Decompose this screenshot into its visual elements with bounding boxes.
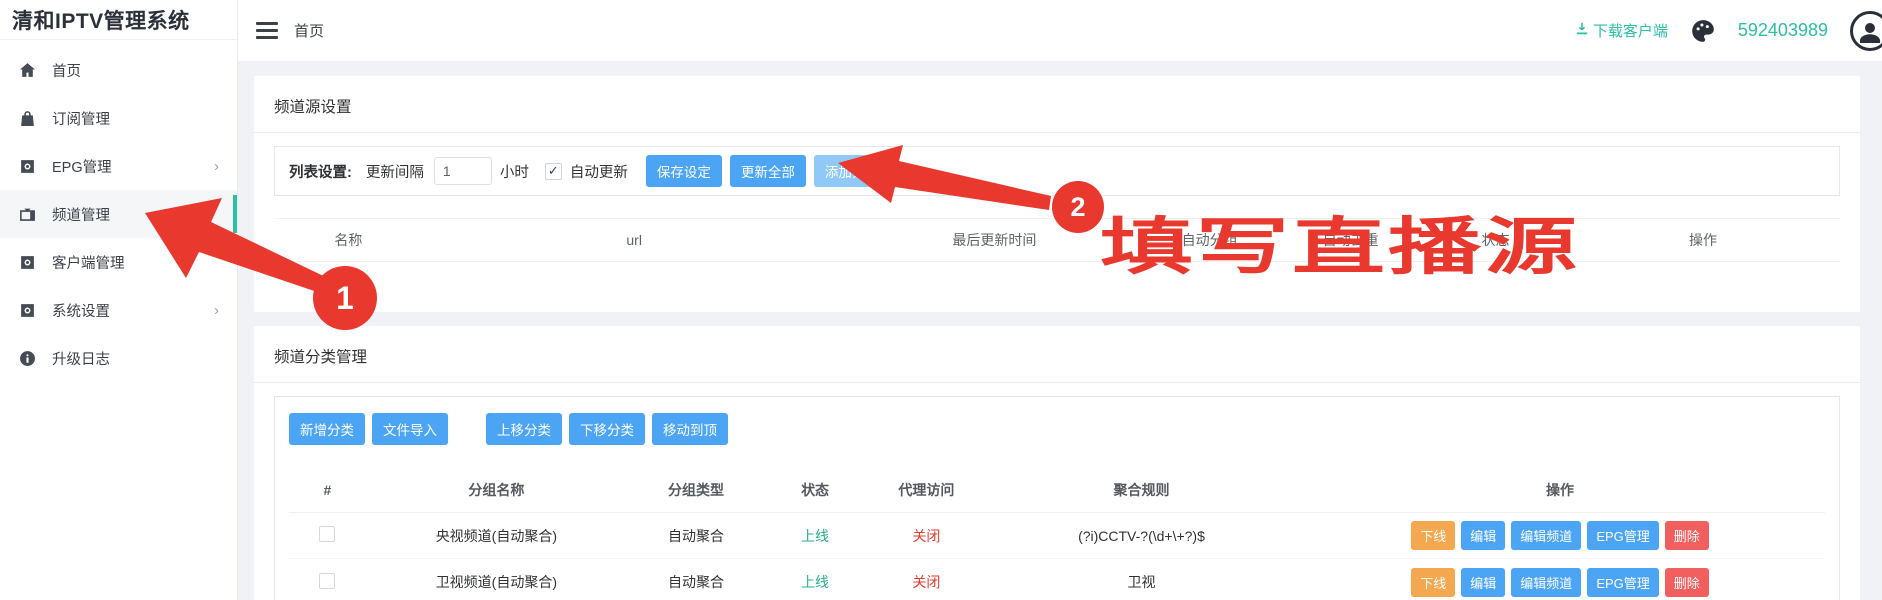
category-box: 新增分类 文件导入 上移分类 下移分类 移动到顶 # 分组名称 分组类型 状态 … — [274, 396, 1840, 600]
interval-unit-label: 小时 — [499, 164, 529, 181]
group-type: 自动聚合 — [668, 527, 725, 544]
sidebar-item-label: 客户端管理 — [52, 255, 125, 272]
col-url: url — [626, 232, 642, 248]
home-icon — [18, 61, 36, 79]
aggregate-rule: (?i)CCTV-?(\d+\+?)$ — [1078, 527, 1205, 544]
sidebar-item-label: EPG管理 — [52, 159, 112, 176]
sidebar-item-label: 系统设置 — [52, 303, 110, 320]
status-link[interactable]: 上线 — [765, 568, 865, 596]
row-checkbox[interactable] — [319, 526, 336, 542]
theme-palette-icon[interactable] — [1690, 18, 1716, 44]
col-group-type: 分组类型 — [668, 481, 725, 498]
menu-toggle-icon[interactable] — [256, 18, 278, 43]
category-table-header: # 分组名称 分组类型 状态 代理访问 聚合规则 操作 — [289, 467, 1825, 513]
gear-icon — [18, 301, 36, 319]
edit-channels-button[interactable]: 编辑频道 — [1511, 567, 1582, 597]
table-row: 央视频道(自动聚合) 自动聚合 上线 关闭 (?i)CCTV-?(\d+\+?)… — [289, 513, 1825, 559]
tv-icon — [18, 205, 36, 223]
group-name: 卫视频道(自动聚合) — [435, 574, 558, 590]
gear-icon — [18, 157, 36, 175]
sidebar: 清和IPTV管理系统 首页 订阅管理 EPG管理 › 频道管理 客户端管理 系统… — [0, 0, 238, 600]
sidebar-item-label: 升级日志 — [52, 351, 110, 368]
sidebar-item-system[interactable]: 系统设置 › — [0, 286, 237, 334]
proxy-link[interactable]: 关闭 — [865, 522, 988, 550]
download-icon — [1575, 22, 1589, 40]
chevron-right-icon: › — [214, 157, 219, 175]
sidebar-item-channel[interactable]: 频道管理 — [0, 190, 237, 238]
group-type: 自动聚合 — [668, 574, 725, 590]
edit-channels-button[interactable]: 编辑频道 — [1511, 521, 1582, 550]
edit-button[interactable]: 编辑 — [1461, 567, 1506, 597]
sidebar-item-client[interactable]: 客户端管理 — [0, 238, 237, 286]
list-settings-box: 列表设置: 更新间隔 小时 ✓ 自动更新 保存设定 更新全部 添加列表 — [274, 146, 1840, 196]
sidebar-item-label: 订阅管理 — [52, 111, 110, 128]
auto-update-checkbox[interactable]: ✓ — [544, 162, 562, 180]
col-auto-group: 自动分组 — [1181, 232, 1238, 248]
avatar[interactable] — [1850, 10, 1882, 51]
move-down-button[interactable]: 下移分类 — [569, 413, 645, 445]
epg-manage-button[interactable]: EPG管理 — [1587, 567, 1659, 597]
channel-source-title: 频道源设置 — [274, 99, 352, 116]
offline-button[interactable]: 下线 — [1411, 567, 1456, 597]
chevron-right-icon: › — [214, 301, 219, 319]
download-client-link[interactable]: 下载客户端 — [1575, 20, 1668, 41]
sidebar-menu: 首页 订阅管理 EPG管理 › 频道管理 客户端管理 系统设置 › 升级日志 — [0, 40, 237, 382]
move-top-button[interactable]: 移动到顶 — [652, 413, 728, 445]
col-index: # — [323, 481, 332, 498]
user-id[interactable]: 592403989 — [1738, 20, 1828, 41]
col-auto-dedup: 自动去重 — [1322, 232, 1379, 248]
gear-icon — [18, 253, 36, 271]
category-toolbar: 新增分类 文件导入 上移分类 下移分类 移动到顶 — [289, 405, 1825, 449]
group-name: 央视频道(自动聚合) — [435, 527, 558, 544]
file-import-button[interactable]: 文件导入 — [372, 413, 448, 445]
channel-source-table-header: 名称 url 最后更新时间 自动分组 自动去重 状态 操作 — [274, 218, 1840, 262]
breadcrumb[interactable]: 首页 — [294, 20, 324, 41]
sidebar-item-subscription[interactable]: 订阅管理 — [0, 94, 237, 142]
col-status: 状态 — [1481, 232, 1510, 248]
status-link[interactable]: 上线 — [765, 522, 865, 550]
epg-manage-button[interactable]: EPG管理 — [1587, 521, 1659, 550]
update-interval-input[interactable] — [433, 157, 492, 185]
channel-source-card: 频道源设置 列表设置: 更新间隔 小时 ✓ 自动更新 保存设定 更新全部 添加列… — [254, 76, 1860, 312]
offline-button[interactable]: 下线 — [1411, 521, 1456, 550]
add-list-button[interactable]: 添加列表 — [813, 155, 890, 187]
col-actions: 操作 — [1688, 232, 1717, 248]
save-settings-button[interactable]: 保存设定 — [645, 155, 722, 187]
col-rule: 聚合规则 — [1113, 481, 1170, 498]
bag-icon — [18, 109, 36, 127]
col-status: 状态 — [801, 481, 830, 498]
col-group-name: 分组名称 — [468, 481, 525, 498]
channel-category-card: 频道分类管理 新增分类 文件导入 上移分类 下移分类 移动到顶 # 分组名称 分… — [254, 326, 1860, 600]
delete-button[interactable]: 删除 — [1664, 521, 1709, 550]
sidebar-item-epg[interactable]: EPG管理 › — [0, 142, 237, 190]
sidebar-item-changelog[interactable]: 升级日志 — [0, 334, 237, 382]
add-category-button[interactable]: 新增分类 — [289, 413, 365, 445]
col-name: 名称 — [334, 232, 363, 248]
sidebar-item-label: 频道管理 — [52, 207, 110, 224]
auto-update-label: 自动更新 — [569, 164, 628, 181]
info-icon — [18, 349, 36, 367]
col-last-update: 最后更新时间 — [952, 232, 1037, 248]
col-proxy: 代理访问 — [898, 481, 955, 498]
aggregate-rule: 卫视 — [1127, 574, 1156, 590]
main-content: 频道源设置 列表设置: 更新间隔 小时 ✓ 自动更新 保存设定 更新全部 添加列… — [238, 62, 1882, 600]
edit-button[interactable]: 编辑 — [1461, 521, 1506, 550]
update-all-button[interactable]: 更新全部 — [729, 155, 806, 187]
col-actions: 操作 — [1546, 481, 1575, 498]
sidebar-item-label: 首页 — [52, 63, 81, 80]
move-up-button[interactable]: 上移分类 — [486, 413, 562, 445]
sidebar-item-home[interactable]: 首页 — [0, 46, 237, 94]
row-checkbox[interactable] — [319, 572, 336, 589]
proxy-link[interactable]: 关闭 — [865, 568, 988, 596]
app-title: 清和IPTV管理系统 — [0, 0, 237, 40]
list-settings-label: 列表设置: — [289, 164, 352, 181]
channel-category-title: 频道分类管理 — [274, 349, 368, 366]
topbar: 首页 下载客户端 592403989 — [238, 0, 1882, 62]
update-interval-label: 更新间隔 — [365, 164, 424, 181]
table-row: 卫视频道(自动聚合) 自动聚合 上线 关闭 卫视 下线 编辑 编辑频道 EPG管… — [289, 559, 1825, 600]
delete-button[interactable]: 删除 — [1664, 567, 1709, 597]
